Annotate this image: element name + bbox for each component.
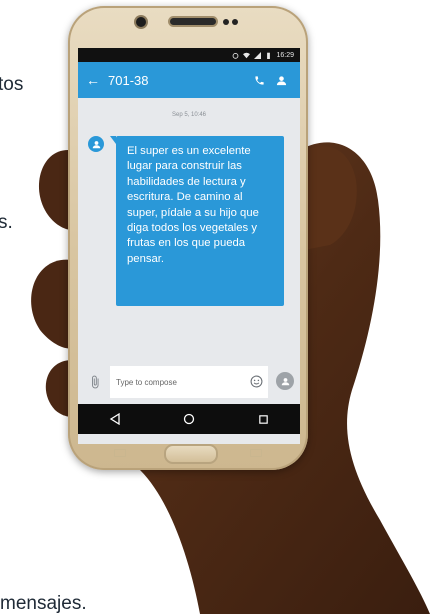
proximity-sensor [223, 19, 229, 25]
message-bubble: El super es un excelente lugar para cons… [110, 136, 284, 306]
phone-screen: 16:29 ← 701-38 Sep 5, 10:46 El super es … [78, 48, 300, 444]
home-circle-icon[interactable] [174, 404, 204, 434]
composer-bar [78, 360, 300, 404]
phone-bottom-bezel [68, 442, 308, 470]
date-stamp: Sep 5, 10:46 [171, 112, 207, 118]
alarm-icon [233, 52, 239, 59]
person-icon [281, 377, 289, 385]
person-icon[interactable] [270, 69, 292, 91]
recents-square-icon[interactable] [248, 404, 278, 434]
avatar [88, 136, 104, 152]
paperclip-icon[interactable] [88, 375, 102, 389]
recents-key[interactable] [250, 449, 262, 457]
wifi-icon [243, 52, 251, 58]
status-bar: 16:29 [78, 48, 300, 62]
person-icon [92, 140, 100, 148]
battery-icon [267, 52, 271, 59]
app-bar: ← 701-38 [78, 62, 300, 98]
contact-title: 701-38 [108, 72, 149, 88]
earpiece-speaker [170, 18, 216, 25]
message-list[interactable]: Sep 5, 10:46 El super es un excelente lu… [78, 98, 300, 368]
light-sensor [232, 19, 238, 25]
back-triangle-icon[interactable] [100, 404, 130, 434]
emoji-icon[interactable] [250, 375, 263, 388]
phone-icon[interactable] [248, 69, 270, 91]
status-time: 16:29 [276, 51, 294, 59]
home-key[interactable] [164, 444, 218, 464]
phone-device: 16:29 ← 701-38 Sep 5, 10:46 El super es … [68, 6, 308, 470]
signal-icon [254, 51, 262, 59]
navigation-bar [78, 404, 300, 434]
compose-input[interactable] [110, 366, 268, 398]
phone-top-bezel [68, 6, 308, 46]
send-avatar-button[interactable] [276, 372, 294, 390]
front-camera [136, 17, 146, 27]
page-text-fragment-bottom: mensajes. [0, 593, 87, 614]
back-key[interactable] [114, 449, 126, 457]
arrow-left-icon[interactable]: ← [86, 72, 104, 88]
